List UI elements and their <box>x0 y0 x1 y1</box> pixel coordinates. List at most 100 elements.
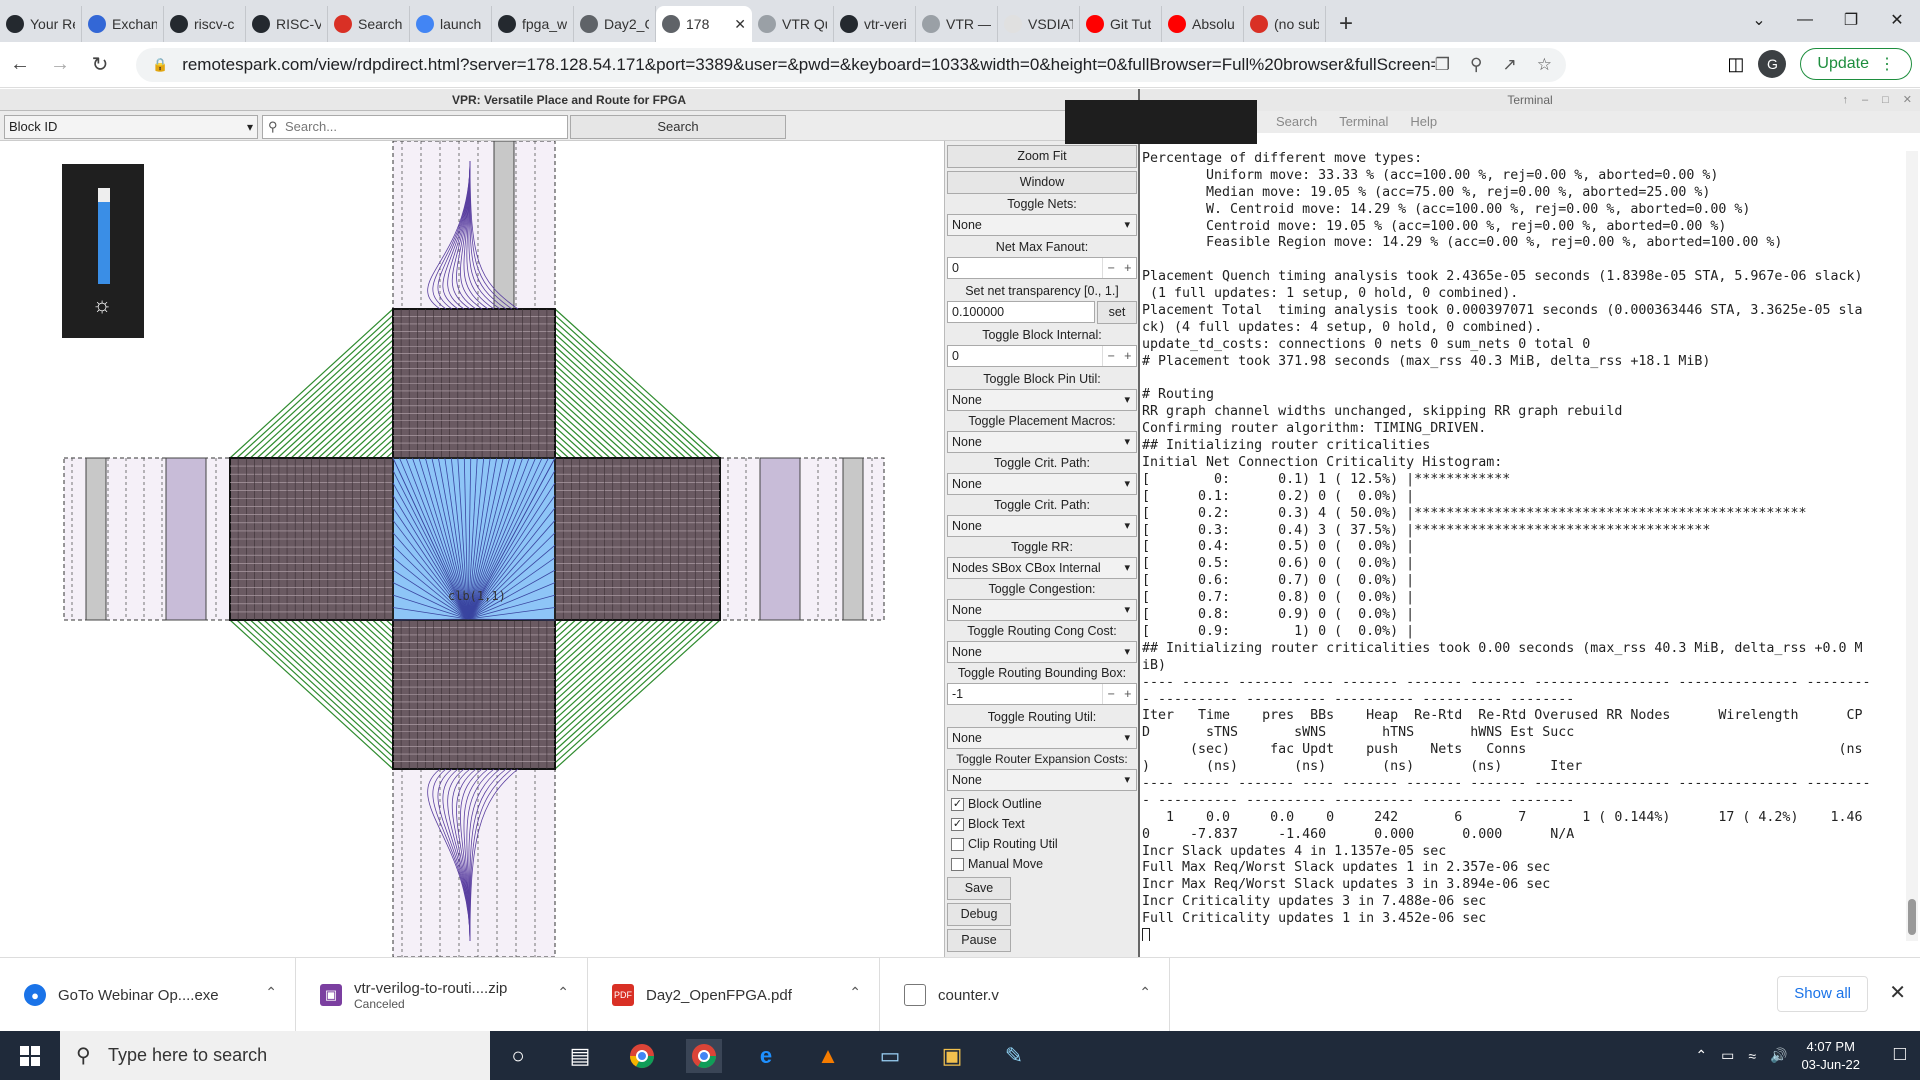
browser-tab[interactable]: RISC-V <box>246 6 328 42</box>
chrome-profile-icon[interactable] <box>686 1039 722 1073</box>
net-transparency-input[interactable]: 0.100000 <box>947 301 1095 323</box>
save-button[interactable]: Save <box>947 877 1011 900</box>
pause-button[interactable]: Pause <box>947 929 1011 952</box>
bookmark-star-icon[interactable]: ☆ <box>1537 55 1552 75</box>
brightness-slider[interactable] <box>98 188 110 284</box>
restore-button[interactable]: ❐ <box>1828 0 1874 40</box>
browser-tab[interactable]: Day2_C <box>574 6 656 42</box>
minus-icon[interactable]: − <box>1108 258 1115 278</box>
browser-tab[interactable]: fpga_w <box>492 6 574 42</box>
close-tab-icon[interactable]: ✕ <box>734 16 746 33</box>
notifications-icon[interactable]: □ <box>1894 1043 1906 1066</box>
download-item[interactable]: counter.v ⌃ <box>880 958 1170 1032</box>
forward-button[interactable]: → <box>40 47 80 83</box>
terminal-prompt[interactable] <box>1142 927 1906 941</box>
back-button[interactable]: ← <box>0 47 40 83</box>
toggle-block-internal-spinner[interactable]: 0 − + <box>947 345 1137 367</box>
browser-tab[interactable]: Exchan <box>82 6 164 42</box>
paint-icon[interactable]: ✎ <box>996 1039 1032 1073</box>
toggle-rr-select[interactable]: Nodes SBox CBox Internal <box>947 557 1137 579</box>
toggle-routing-cong-cost-select[interactable]: None <box>947 641 1137 663</box>
block-id-select[interactable]: Block ID <box>4 115 258 139</box>
plus-icon[interactable]: + <box>1124 258 1131 278</box>
browser-tab[interactable]: launch <box>410 6 492 42</box>
tab-search-icon[interactable]: ⌄ <box>1736 0 1782 40</box>
toggle-nets-select[interactable]: None <box>947 214 1137 236</box>
task-view-icon[interactable]: ▤ <box>562 1039 598 1073</box>
chevron-up-icon[interactable]: ⌃ <box>557 984 569 1001</box>
set-transparency-button[interactable]: set <box>1097 301 1137 324</box>
terminal-menu-search[interactable]: Search <box>1276 111 1317 133</box>
net-max-fanout-spinner[interactable]: 0 − + <box>947 257 1137 279</box>
minimize-button[interactable]: — <box>1782 0 1828 40</box>
browser-tab[interactable]: VTR Qu <box>752 6 834 42</box>
browser-tab[interactable]: 178 ✕ <box>656 6 752 42</box>
terminal-scrollbar[interactable] <box>1906 151 1918 941</box>
browser-tab[interactable]: Your Re <box>0 6 82 42</box>
debug-button[interactable]: Debug <box>947 903 1011 926</box>
terminal-menu-terminal[interactable]: Terminal <box>1339 111 1388 133</box>
chevron-up-icon[interactable]: ⌃ <box>1139 984 1151 1001</box>
install-app-icon[interactable]: ❐ <box>1435 55 1450 75</box>
reload-button[interactable]: ↻ <box>80 47 120 83</box>
chevron-up-icon[interactable]: ⌃ <box>265 984 277 1001</box>
toggle-crit-path-2-select[interactable]: None <box>947 515 1137 537</box>
terminal-menu-help[interactable]: Help <box>1410 111 1437 133</box>
brightness-popup[interactable]: ☼ <box>62 164 144 338</box>
browser-tab[interactable]: Search <box>328 6 410 42</box>
terminal-minimize-icon[interactable]: – <box>1862 89 1868 111</box>
download-item[interactable]: ▣ vtr-verilog-to-routi....zip Canceled ⌃ <box>296 958 588 1032</box>
terminal-close-icon[interactable]: ✕ <box>1903 89 1912 111</box>
volume-icon[interactable]: 🔊 <box>1770 1047 1787 1064</box>
scroll-thumb[interactable] <box>1908 899 1916 935</box>
side-panel-icon[interactable]: ◫ <box>1727 54 1744 75</box>
block-text-checkbox[interactable]: ✓ Block Text <box>951 815 1025 833</box>
plus-icon[interactable]: + <box>1124 684 1131 704</box>
download-item[interactable]: PDF Day2_OpenFPGA.pdf ⌃ <box>588 958 880 1032</box>
show-all-downloads-button[interactable]: Show all <box>1777 976 1868 1012</box>
windows-start-button[interactable] <box>0 1031 60 1080</box>
clip-routing-util-checkbox[interactable]: Clip Routing Util <box>951 835 1058 853</box>
vpr-search-input[interactable]: ⚲ Search... <box>262 115 568 139</box>
clock[interactable]: 4:07 PM 03-Jun-22 <box>1801 1038 1860 1074</box>
vlc-icon[interactable]: ▲ <box>810 1039 846 1073</box>
toggle-router-exp-cost-select[interactable]: None <box>947 769 1137 791</box>
close-window-button[interactable]: ✕ <box>1874 0 1920 40</box>
close-downloads-icon[interactable]: ✕ <box>1889 980 1906 1005</box>
toggle-placement-macros-select[interactable]: None <box>947 431 1137 453</box>
battery-icon[interactable]: ▭ <box>1721 1047 1734 1064</box>
notes-icon[interactable]: ▭ <box>872 1039 908 1073</box>
manual-move-checkbox[interactable]: Manual Move <box>951 855 1043 873</box>
terminal-pin-icon[interactable]: ↑ <box>1843 89 1849 111</box>
window-button[interactable]: Window <box>947 171 1137 194</box>
toggle-routing-bbox-spinner[interactable]: -1 − + <box>947 683 1137 705</box>
browser-tab[interactable]: VSDIAT <box>998 6 1080 42</box>
url-field[interactable]: 🔒 remotespark.com/view/rdpdirect.html?se… <box>136 48 1566 82</box>
browser-tab[interactable]: Git Tut <box>1080 6 1162 42</box>
toggle-block-pin-util-select[interactable]: None <box>947 389 1137 411</box>
minus-icon[interactable]: − <box>1108 346 1115 366</box>
file-explorer-icon[interactable]: ▣ <box>934 1039 970 1073</box>
cortana-icon[interactable]: ○ <box>500 1039 536 1073</box>
new-tab-button[interactable]: + <box>1326 6 1366 42</box>
update-button[interactable]: Update ⋮ <box>1800 48 1912 80</box>
toggle-routing-util-select[interactable]: None <box>947 727 1137 749</box>
vpr-search-button[interactable]: Search <box>570 115 786 139</box>
download-item[interactable]: ● GoTo Webinar Op....exe ⌃ <box>0 958 296 1032</box>
toggle-congestion-select[interactable]: None <box>947 599 1137 621</box>
terminal-maximize-icon[interactable]: □ <box>1882 89 1889 111</box>
profile-avatar[interactable]: G <box>1758 50 1787 78</box>
zoom-fit-button[interactable]: Zoom Fit <box>947 145 1137 168</box>
block-outline-checkbox[interactable]: ✓ Block Outline <box>951 795 1042 813</box>
toggle-crit-path-select[interactable]: None <box>947 473 1137 495</box>
minus-icon[interactable]: − <box>1108 684 1115 704</box>
tray-chevron-icon[interactable]: ⌃ <box>1695 1047 1707 1064</box>
browser-tab[interactable]: riscv-c <box>164 6 246 42</box>
browser-tab[interactable]: vtr-veri <box>834 6 916 42</box>
plus-icon[interactable]: + <box>1124 346 1131 366</box>
chrome-icon[interactable] <box>624 1039 660 1073</box>
share-icon[interactable]: ↗ <box>1503 55 1517 75</box>
chevron-up-icon[interactable]: ⌃ <box>849 984 861 1001</box>
browser-tab[interactable]: VTR — <box>916 6 998 42</box>
wifi-icon[interactable]: ≈ <box>1748 1048 1756 1064</box>
